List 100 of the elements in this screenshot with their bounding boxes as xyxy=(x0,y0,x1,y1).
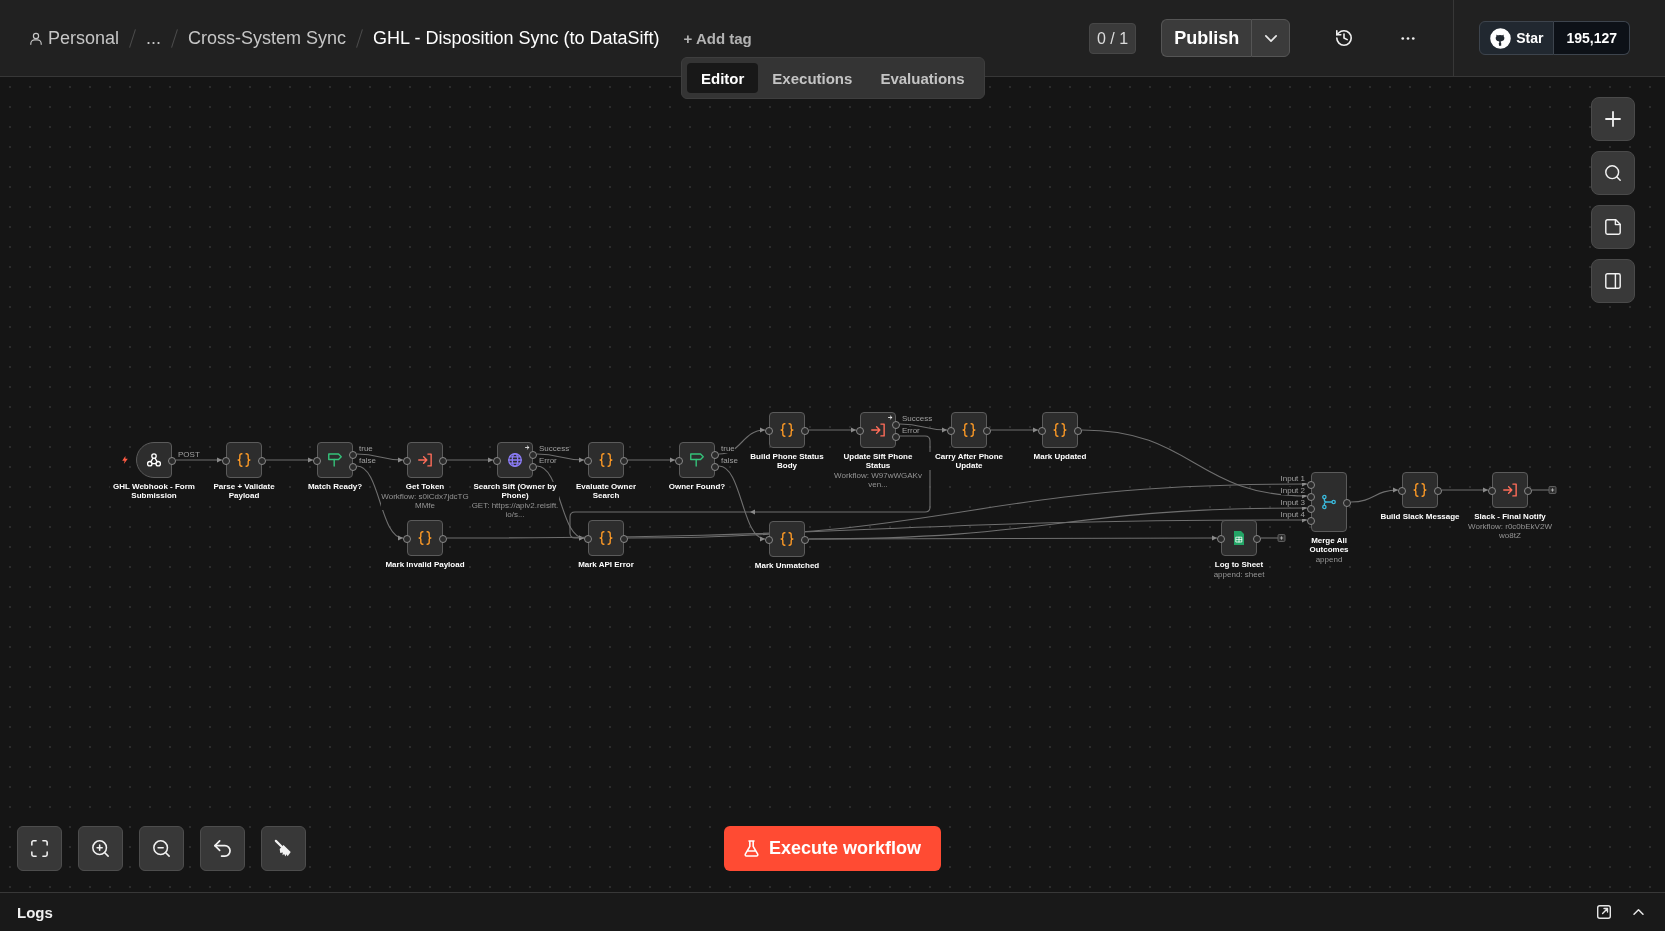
connector-line xyxy=(899,423,948,433)
connector-line xyxy=(990,427,1039,433)
output-handle[interactable] xyxy=(1074,427,1082,435)
star-count[interactable]: 195,127 xyxy=(1554,21,1630,55)
output-handle[interactable] xyxy=(801,536,809,544)
node-title: GHL Webhook - Form Submission xyxy=(110,482,198,500)
input-handle[interactable] xyxy=(947,427,955,435)
sticky-note-button[interactable] xyxy=(1591,205,1635,249)
logs-title: Logs xyxy=(17,903,53,921)
spreadsheet-icon xyxy=(1234,531,1244,545)
node-title: Search Sift (Owner by Phone) xyxy=(471,482,559,500)
add-tag-button[interactable]: + Add tag xyxy=(683,29,752,47)
input-handle[interactable] xyxy=(856,427,864,435)
input-handle[interactable] xyxy=(222,457,230,465)
merge-icon xyxy=(1322,495,1336,509)
input-handle[interactable] xyxy=(1398,487,1406,495)
connector-line xyxy=(1441,487,1489,493)
zoom-out-icon xyxy=(153,840,170,857)
breadcrumb-link[interactable]: Cross-System Sync xyxy=(188,27,347,49)
output-label: true xyxy=(721,445,735,453)
tidy-up-button[interactable] xyxy=(261,826,306,871)
input-handle[interactable] xyxy=(584,535,592,543)
input-handle[interactable] xyxy=(1217,535,1225,543)
output-handle[interactable] xyxy=(1434,487,1442,495)
output-handle[interactable] xyxy=(439,535,447,543)
tab[interactable]: Editor xyxy=(687,63,759,93)
github-star-button[interactable]: Star xyxy=(1479,21,1555,55)
tab[interactable]: Executions xyxy=(758,63,867,93)
more-icon xyxy=(1401,36,1416,40)
github-logo-icon xyxy=(1491,28,1511,48)
undo-button[interactable] xyxy=(200,826,245,871)
breadcrumb-link[interactable]: ... xyxy=(146,27,162,49)
output-label: true xyxy=(359,445,373,453)
search-button[interactable] xyxy=(1591,151,1635,195)
braces-icon xyxy=(599,453,613,467)
node-title: Slack - Final Notify xyxy=(1474,512,1546,521)
output-handle[interactable] xyxy=(439,457,447,465)
node-subtitle: append: sheet xyxy=(1213,570,1265,579)
add-node-button[interactable] xyxy=(1591,97,1635,141)
person-icon xyxy=(30,31,42,45)
zoom-in-button[interactable] xyxy=(78,826,123,871)
input-label: Input 3 xyxy=(1280,499,1305,507)
breadcrumb-link[interactable]: Personal xyxy=(30,27,120,49)
input-handle[interactable] xyxy=(675,457,683,465)
connector-line xyxy=(1531,489,1550,491)
braces-icon xyxy=(418,531,432,545)
output-handle[interactable] xyxy=(620,535,628,543)
connector-line xyxy=(1350,487,1399,503)
braces-icon xyxy=(237,453,251,467)
input-handle[interactable] xyxy=(765,536,773,544)
node-subtitle: Workflow: W97wWGAKvven... xyxy=(834,471,922,489)
output-handle[interactable] xyxy=(1253,535,1261,543)
input-label: Input 2 xyxy=(1280,487,1305,495)
input-handle[interactable] xyxy=(403,535,411,543)
output-label: Error xyxy=(902,427,920,435)
braces-icon xyxy=(599,531,613,545)
output-handle[interactable] xyxy=(983,427,991,435)
output-handle[interactable] xyxy=(168,457,176,465)
node-subtitle: GET: https://apiv2.reisift.io/s... xyxy=(471,501,559,519)
publish-dropdown-button[interactable] xyxy=(1251,19,1291,57)
signpost-icon xyxy=(328,453,342,467)
side-panel-button[interactable] xyxy=(1591,259,1635,303)
input-handle[interactable] xyxy=(765,427,773,435)
search-icon xyxy=(1605,165,1621,181)
connector-line xyxy=(808,427,857,433)
chevron-up-icon xyxy=(1632,909,1644,915)
node-subtitle: Workflow: r0c0bEkV2Wwo8tZ xyxy=(1466,522,1554,540)
tab[interactable]: Evaluations xyxy=(866,63,979,93)
add-node-button[interactable] xyxy=(1548,486,1557,494)
output-handle[interactable] xyxy=(258,457,266,465)
input-handle[interactable] xyxy=(403,457,411,465)
sign-in-arrow-icon xyxy=(1503,483,1517,497)
workflow-title[interactable]: GHL - Disposition Sync (to DataSift) xyxy=(373,27,660,49)
input-handle[interactable] xyxy=(1488,487,1496,495)
sign-in-arrow-icon xyxy=(418,453,432,467)
output-handle[interactable] xyxy=(801,427,809,435)
version-badge: 0 / 1 xyxy=(1089,22,1137,54)
output-handle[interactable] xyxy=(1343,499,1351,507)
input-handle[interactable] xyxy=(493,457,501,465)
lightning-icon xyxy=(122,456,128,464)
input-handle[interactable] xyxy=(1038,427,1046,435)
node-title: Log to Sheet xyxy=(1214,560,1264,569)
publish-button[interactable]: Publish xyxy=(1161,19,1252,57)
output-label: false xyxy=(359,457,376,465)
connector-line xyxy=(356,453,404,463)
output-handle[interactable] xyxy=(620,457,628,465)
fit-view-button[interactable] xyxy=(17,826,62,871)
zoom-out-button[interactable] xyxy=(139,826,184,871)
braces-icon xyxy=(962,423,976,437)
input-handle[interactable] xyxy=(313,457,321,465)
input-handle[interactable] xyxy=(584,457,592,465)
node-title: Mark Updated xyxy=(1033,452,1087,461)
node-title: Mark Invalid Payload xyxy=(385,560,465,569)
add-node-button[interactable] xyxy=(1277,534,1286,542)
connector-line xyxy=(175,457,223,463)
popout-button[interactable] xyxy=(1594,902,1614,922)
node-title: Owner Found? xyxy=(668,482,726,491)
output-label: Success xyxy=(539,445,570,453)
output-handle[interactable] xyxy=(1524,487,1532,495)
node-title: Build Slack Message xyxy=(1380,512,1460,521)
